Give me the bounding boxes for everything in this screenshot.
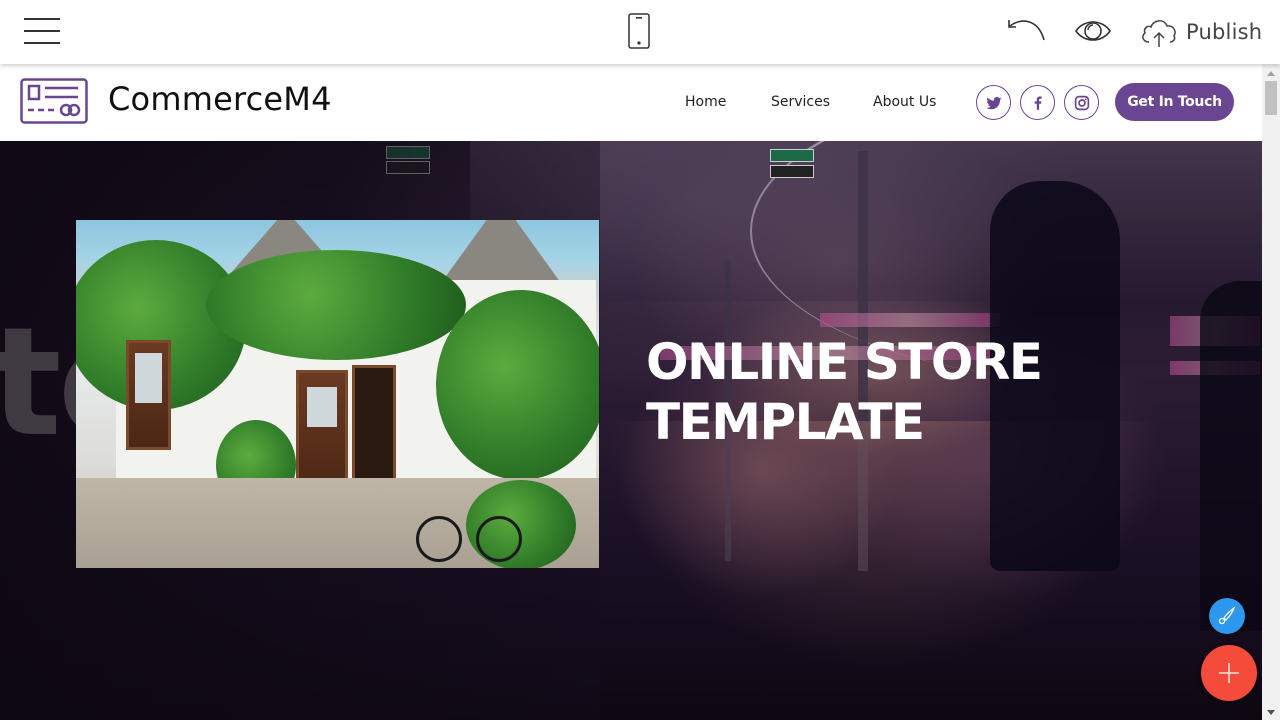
eye-icon[interactable] [1074,16,1112,46]
bicycle-wheel [416,516,462,562]
nav-link-home[interactable]: Home [685,94,726,110]
twitter-button[interactable] [976,85,1011,120]
credit-card-logo-icon [20,78,88,124]
publish-button[interactable]: Publish [1140,14,1262,50]
cloud-upload-icon [1142,20,1176,47]
instagram-icon [1074,95,1089,110]
bicycle-wheel [476,516,522,562]
nav-link-about-us[interactable]: About Us [873,94,936,110]
facebook-icon [1034,95,1042,110]
hero-title: ONLINE STORE TEMPLATE [646,333,1043,451]
add-block-button[interactable] [1201,645,1257,701]
twitter-icon [986,96,1001,109]
exit-sign [770,165,814,178]
scrollbar-thumb[interactable] [1265,81,1277,115]
site-navbar: CommerceM4 Home Services About Us Get In… [0,64,1262,141]
nav-link-services[interactable]: Services [771,94,830,110]
publish-label: Publish [1186,20,1263,44]
hero-section: to ONLINE STORE TEMPLATE [0,141,1262,720]
facebook-button[interactable] [1020,85,1055,120]
brush-icon [1218,606,1236,625]
plus-icon [1219,663,1239,683]
brand-name[interactable]: CommerceM4 [108,80,332,118]
hamburger-menu-icon[interactable] [24,18,60,44]
editor-toolbar: Publish [0,0,1280,64]
person-silhouette [1200,281,1262,631]
window [126,340,171,450]
scroll-down-arrow-icon[interactable] [1267,710,1275,715]
get-in-touch-button[interactable]: Get In Touch [1115,83,1234,121]
hero-image[interactable] [76,220,599,568]
vines [436,290,599,480]
exit-sign [770,149,814,162]
scroll-up-arrow-icon[interactable] [1267,71,1275,76]
undo-icon[interactable] [1006,14,1048,44]
instagram-button[interactable] [1064,85,1099,120]
mobile-phone-icon[interactable] [628,13,650,49]
scrollbar[interactable] [1262,64,1280,720]
site-preview: CommerceM4 Home Services About Us Get In… [0,64,1262,720]
vines [206,250,466,360]
edit-style-button[interactable] [1209,598,1245,634]
shelf [820,313,1000,327]
